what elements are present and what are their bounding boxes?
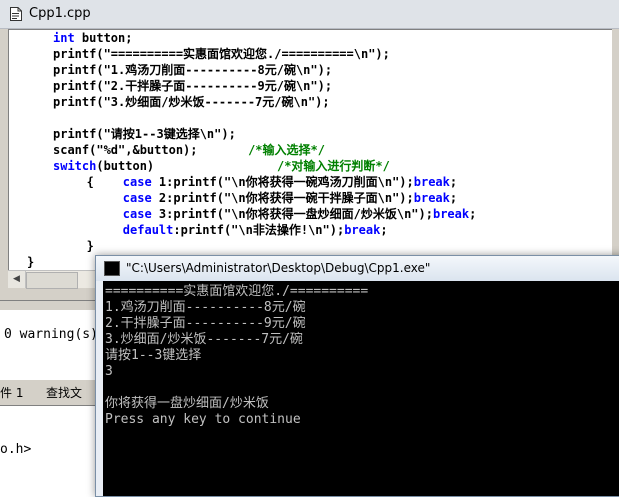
code-text: } bbox=[65, 239, 94, 253]
code-keyword: case bbox=[122, 175, 152, 189]
source-file-icon bbox=[10, 7, 22, 21]
tab-file1[interactable]: 件 1 bbox=[0, 384, 23, 401]
code-text: ; bbox=[380, 223, 388, 237]
console-line: 请按1--3键选择 bbox=[105, 348, 202, 363]
code-line[interactable]: default:printf("\n非法操作!\n");break; bbox=[65, 222, 388, 238]
code-text: ; bbox=[449, 191, 458, 205]
code-line[interactable]: switch(button) /*对输入进行判断*/ bbox=[53, 158, 390, 174]
code-comment: /*对输入进行判断*/ bbox=[276, 159, 390, 173]
console-title: "C:\Users\Administrator\Desktop\Debug\Cp… bbox=[126, 261, 431, 275]
code-text: { bbox=[65, 175, 123, 189]
code-line[interactable]: printf("请按1--3键选择\n"); bbox=[53, 126, 236, 142]
console-titlebar[interactable]: "C:\Users\Administrator\Desktop\Debug\Cp… bbox=[96, 256, 619, 281]
code-text: (button) bbox=[96, 159, 277, 173]
code-comment: /*输入选择*/ bbox=[248, 143, 325, 157]
code-line[interactable]: case 3:printf("\n你将获得一盘炒细面/炒米饭\n");break… bbox=[65, 206, 477, 222]
code-line[interactable]: } bbox=[65, 238, 94, 254]
tab-find-in-files[interactable]: 查找文 bbox=[46, 384, 82, 401]
scroll-left-arrow-icon[interactable]: ◀ bbox=[8, 271, 26, 288]
code-text: printf("请按1--3键选择\n"); bbox=[53, 127, 236, 141]
code-text: } bbox=[27, 255, 35, 269]
code-text: printf("3.炒细面/炒米饭-------7元/碗\n"); bbox=[53, 95, 330, 109]
code-text: printf("1.鸡汤刀削面----------8元/碗\n"); bbox=[53, 63, 333, 77]
code-line[interactable]: printf("3.炒细面/炒米饭-------7元/碗\n"); bbox=[53, 94, 330, 110]
code-keyword: case bbox=[122, 207, 152, 221]
code-line[interactable]: { case 1:printf("\n你将获得一碗鸡汤刀削面\n");break… bbox=[65, 174, 457, 190]
code-text: printf("2.干拌臊子面----------9元/碗\n"); bbox=[53, 79, 333, 93]
code-text: button; bbox=[74, 31, 133, 45]
code-text: printf("==========实惠面馆欢迎您./==========\n"… bbox=[53, 47, 390, 61]
console-line: 3.炒细面/炒米饭-------7元/碗 bbox=[105, 332, 303, 347]
warning-count: 0 warning(s) bbox=[4, 327, 98, 342]
code-keyword: int bbox=[53, 31, 75, 45]
code-line[interactable]: printf("2.干拌臊子面----------9元/碗\n"); bbox=[53, 78, 332, 94]
code-keyword: break bbox=[432, 207, 470, 221]
console-line: 你将获得一盘炒细面/炒米饭 bbox=[105, 396, 269, 411]
code-text: ; bbox=[469, 207, 477, 221]
scrollbar-thumb[interactable] bbox=[26, 272, 78, 289]
status-text: o.h> bbox=[0, 442, 32, 457]
code-line[interactable]: printf("1.鸡汤刀削面----------8元/碗\n"); bbox=[53, 62, 332, 78]
code-editor[interactable]: int button; printf("==========实惠面馆欢迎您./==… bbox=[8, 29, 612, 270]
code-keyword: break bbox=[413, 175, 450, 189]
console-window[interactable]: "C:\Users\Administrator\Desktop\Debug\Cp… bbox=[95, 255, 619, 497]
code-text: :printf("\n非法操作!\n"); bbox=[173, 223, 345, 237]
code-line[interactable]: } bbox=[27, 254, 34, 270]
editor-titlebar[interactable]: Cpp1.cpp bbox=[0, 0, 619, 29]
console-line: Press any key to continue bbox=[105, 412, 301, 427]
code-text: 1:printf("\n你将获得一碗鸡汤刀削面\n"); bbox=[151, 175, 414, 189]
code-text: 2:printf("\n你将获得一碗干拌臊子面\n"); bbox=[151, 191, 414, 205]
code-keyword: break bbox=[344, 223, 381, 237]
code-text: ; bbox=[449, 175, 458, 189]
console-output: ==========实惠面馆欢迎您./========== 1.鸡汤刀削面----… bbox=[103, 281, 619, 496]
editor-title: Cpp1.cpp bbox=[29, 6, 91, 21]
code-line[interactable]: printf("==========实惠面馆欢迎您./==========\n"… bbox=[53, 46, 390, 62]
console-line: 2.干拌臊子面----------9元/碗 bbox=[105, 316, 306, 331]
code-keyword: case bbox=[122, 191, 152, 205]
code-keyword: break bbox=[413, 191, 450, 205]
code-line[interactable]: int button; bbox=[53, 30, 132, 46]
code-line[interactable]: case 2:printf("\n你将获得一碗干拌臊子面\n");break; bbox=[65, 190, 457, 206]
console-app-icon bbox=[104, 261, 120, 276]
console-line: ==========实惠面馆欢迎您./========== bbox=[105, 284, 369, 299]
code-line[interactable]: scanf("%d",&button); /*输入选择*/ bbox=[53, 142, 325, 158]
code-keyword: switch bbox=[53, 159, 97, 173]
console-line: 1.鸡汤刀削面----------8元/碗 bbox=[105, 300, 306, 315]
console-line: 3 bbox=[105, 364, 113, 379]
code-keyword: default bbox=[122, 223, 174, 237]
code-text: 3:printf("\n你将获得一盘炒细面/炒米饭\n"); bbox=[151, 207, 433, 221]
code-text: scanf("%d",&button); bbox=[53, 143, 249, 157]
